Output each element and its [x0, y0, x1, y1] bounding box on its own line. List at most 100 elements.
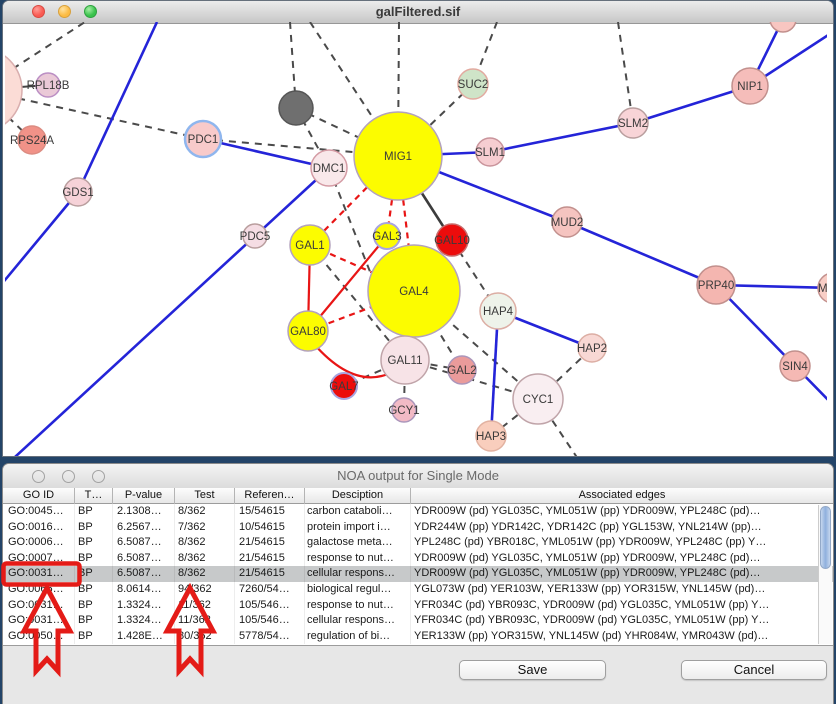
network-node[interactable]: [279, 91, 313, 125]
table-row[interactable]: GO:0065…BP8.0614…94/3627260/54…biologica…: [3, 582, 833, 598]
network-node-hap3[interactable]: [476, 421, 506, 451]
column-header-edges[interactable]: Associated edges: [411, 488, 833, 504]
network-node-gal7[interactable]: [331, 373, 357, 399]
table-row[interactable]: GO:0031…BP1.3324…11/362105/546…cellular …: [3, 613, 833, 629]
network-node-pdc1[interactable]: [185, 121, 221, 157]
table-body: GO:0045…BP2.1308…8/36215/54615carbon cat…: [3, 504, 833, 646]
column-header-test[interactable]: Test: [175, 488, 235, 504]
cell-go_id: GO:0031…: [3, 566, 75, 582]
column-header-p_value[interactable]: P-value: [113, 488, 175, 504]
network-node-cyc1[interactable]: [513, 374, 563, 424]
cell-edges: YGL073W (pd) YER103W, YER133W (pp) YOR31…: [411, 582, 833, 598]
cell-reference: 105/546…: [235, 613, 305, 629]
cell-p_value: 1.428E…: [113, 629, 175, 645]
table-row[interactable]: GO:0007…BP6.5087…8/36221/54615response t…: [3, 551, 833, 567]
column-header-type[interactable]: T…: [75, 488, 113, 504]
table-row[interactable]: GO:0006…BP6.5087…8/36221/54615galactose …: [3, 535, 833, 551]
cell-edges: YDR009W (pd) YGL035C, YML051W (pp) YDR00…: [411, 504, 833, 520]
network-node-gal10[interactable]: [436, 224, 468, 256]
cell-test: 8/362: [175, 566, 235, 582]
cell-description: response to nut…: [305, 551, 411, 567]
cell-reference: 7260/54…: [235, 582, 305, 598]
cell-test: 80/362: [175, 629, 235, 645]
network-node-gal80[interactable]: [288, 311, 328, 351]
scrollbar-thumb[interactable]: [820, 506, 831, 569]
network-node-slm1[interactable]: [476, 138, 504, 166]
cell-description: cellular respons…: [305, 613, 411, 629]
cell-test: 94/362: [175, 582, 235, 598]
cell-type: BP: [75, 520, 113, 536]
network-node-gal4[interactable]: [368, 245, 460, 337]
network-node-prp40[interactable]: [697, 266, 735, 304]
table-row[interactable]: GO:0031…BP6.5087…8/36221/54615cellular r…: [3, 566, 833, 582]
cell-edges: YPL248C (pd) YBR018C, YML051W (pp) YDR00…: [411, 535, 833, 551]
network-node-mig1[interactable]: [354, 112, 442, 200]
network-node-gal3[interactable]: [374, 223, 400, 249]
network-window-title: galFiltered.sif: [3, 4, 833, 19]
network-node-nip1[interactable]: [732, 68, 768, 104]
cell-description: response to nut…: [305, 598, 411, 614]
vertical-scrollbar[interactable]: [818, 505, 832, 644]
cell-go_id: GO:0050…: [3, 629, 75, 645]
cell-p_value: 8.0614…: [113, 582, 175, 598]
cell-edges: YDR009W (pd) YGL035C, YML051W (pp) YDR00…: [411, 566, 833, 582]
network-node-slm2[interactable]: [618, 108, 648, 138]
cell-type: BP: [75, 535, 113, 551]
network-node-mud2[interactable]: [552, 207, 582, 237]
cell-p_value: 6.5087…: [113, 566, 175, 582]
cell-description: protein import i…: [305, 520, 411, 536]
cell-reference: 21/54615: [235, 535, 305, 551]
network-node-gds1[interactable]: [64, 178, 92, 206]
network-node-dmc1[interactable]: [311, 150, 347, 186]
cell-reference: 21/54615: [235, 551, 305, 567]
cell-go_id: GO:0031…: [3, 598, 75, 614]
network-window-titlebar[interactable]: galFiltered.sif: [3, 1, 833, 24]
cell-description: biological regul…: [305, 582, 411, 598]
column-header-go_id[interactable]: GO ID: [3, 488, 75, 504]
screen: { "window_top": { "title": "galFiltered.…: [0, 0, 836, 704]
network-node-hap4[interactable]: [480, 293, 516, 329]
cell-reference: 15/54615: [235, 504, 305, 520]
column-header-reference[interactable]: Referen…: [235, 488, 305, 504]
network-node-gal2[interactable]: [448, 356, 476, 384]
cell-type: BP: [75, 598, 113, 614]
network-node-suc2[interactable]: [458, 69, 488, 99]
table-row[interactable]: GO:0045…BP2.1308…8/36215/54615carbon cat…: [3, 504, 833, 520]
cell-test: 8/362: [175, 551, 235, 567]
network-node-gal1[interactable]: [290, 225, 330, 265]
cell-test: 11/362: [175, 598, 235, 614]
network-node-gal11[interactable]: [381, 336, 429, 384]
cell-test: 11/362: [175, 613, 235, 629]
cell-test: 7/362: [175, 520, 235, 536]
table-row[interactable]: GO:0016…BP6.2567…7/36210/54615protein im…: [3, 520, 833, 536]
cell-edges: YDR244W (pp) YDR142C, YDR142C (pp) YGL15…: [411, 520, 833, 536]
noa-window-titlebar[interactable]: NOA output for Single Mode: [3, 464, 833, 489]
cell-edges: YDR009W (pd) YGL035C, YML051W (pp) YDR00…: [411, 551, 833, 567]
cell-type: BP: [75, 582, 113, 598]
cell-go_id: GO:0006…: [3, 535, 75, 551]
cell-go_id: GO:0007…: [3, 551, 75, 567]
cell-p_value: 1.3324…: [113, 613, 175, 629]
cell-p_value: 6.5087…: [113, 535, 175, 551]
network-window: galFiltered.sif: [2, 0, 834, 457]
cell-edges: YER133W (pp) YOR315W, YNL145W (pd) YHR08…: [411, 629, 833, 645]
save-button[interactable]: Save: [459, 660, 606, 680]
cell-p_value: 2.1308…: [113, 504, 175, 520]
noa-window-title: NOA output for Single Mode: [3, 468, 833, 483]
network-node-hap2[interactable]: [578, 334, 606, 362]
cell-type: BP: [75, 504, 113, 520]
cell-description: galactose meta…: [305, 535, 411, 551]
network-node-rpl18b[interactable]: [36, 73, 60, 97]
table-row[interactable]: GO:0050…BP1.428E…80/3625778/54…regulatio…: [3, 629, 833, 645]
cancel-button[interactable]: Cancel: [681, 660, 827, 680]
table-row[interactable]: GO:0031…BP1.3324…11/362105/546…response …: [3, 598, 833, 614]
network-node-gcy1[interactable]: [392, 398, 416, 422]
cell-description: carbon cataboli…: [305, 504, 411, 520]
cell-reference: 105/546…: [235, 598, 305, 614]
network-node-pdc5[interactable]: [243, 224, 267, 248]
cell-test: 8/362: [175, 535, 235, 551]
network-node-rps24a[interactable]: [18, 126, 46, 154]
cell-edges: YFR034C (pd) YBR093C, YDR009W (pd) YGL03…: [411, 613, 833, 629]
network-node-sin4[interactable]: [780, 351, 810, 381]
column-header-description[interactable]: Desciption: [305, 488, 411, 504]
